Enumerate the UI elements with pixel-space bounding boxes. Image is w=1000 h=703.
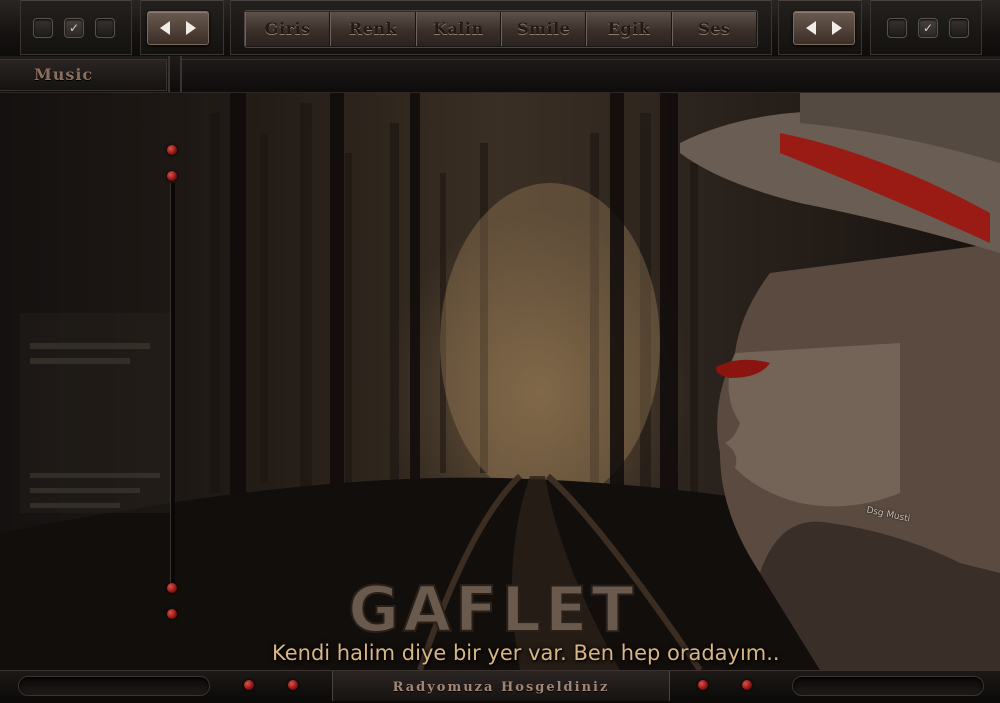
left-check-panel: ✓ [20, 0, 132, 55]
slider-top-knob[interactable] [167, 145, 177, 155]
slider-bottom-knob[interactable] [167, 583, 177, 593]
checkbox-right-2[interactable]: ✓ [918, 18, 938, 38]
volume-slider-track[interactable] [170, 183, 175, 583]
prev-arrow-icon[interactable] [804, 20, 818, 36]
checkbox-right-3[interactable] [949, 18, 969, 38]
left-progress-slot [18, 676, 210, 696]
welcome-text: Radyomuza Hosgeldiniz [392, 680, 610, 695]
right-red-button-1[interactable] [698, 680, 708, 690]
banner-tagline: Kendi halim diye bir yer var. Ben hep or… [272, 641, 780, 665]
bottom-bar: Radyomuza Hosgeldiniz [0, 670, 1000, 701]
right-progress-slot [792, 676, 984, 696]
prev-arrow-icon[interactable] [158, 20, 172, 36]
checkbox-left-3[interactable] [95, 18, 115, 38]
menu-ses[interactable]: Ses [671, 12, 757, 46]
next-arrow-icon[interactable] [184, 20, 198, 36]
gaflet-logo: GAFLET [347, 579, 637, 639]
status-strip [182, 59, 1000, 90]
welcome-banner: Radyomuza Hosgeldiniz [332, 671, 670, 701]
menu-giris[interactable]: Giris [245, 12, 331, 46]
left-arrows-group [147, 11, 209, 45]
logo-text: GAFLET [348, 579, 637, 639]
checkbox-left-1[interactable] [33, 18, 53, 38]
checkbox-right-1[interactable] [887, 18, 907, 38]
divider-rail [168, 56, 182, 92]
menu-renk[interactable]: Renk [330, 12, 416, 46]
slider-handle[interactable] [167, 171, 177, 181]
next-arrow-icon[interactable] [830, 20, 844, 36]
main-menu: Giris Renk Kalin Smile Egik Ses [244, 10, 758, 48]
music-tab[interactable]: Music [0, 59, 167, 91]
menu-kalin[interactable]: Kalin [415, 12, 501, 46]
left-arrow-panel [140, 0, 224, 55]
left-red-button-1[interactable] [244, 680, 254, 690]
top-toolbar: ✓ Giris Renk Kalin Smile Egik Ses ✓ [0, 0, 1000, 57]
right-check-panel: ✓ [870, 0, 982, 55]
sub-toolbar: Music [0, 56, 1000, 93]
menu-egik[interactable]: Egik [586, 12, 672, 46]
right-arrow-panel [778, 0, 862, 55]
slider-end-knob[interactable] [167, 609, 177, 619]
right-arrows-group [793, 11, 855, 45]
music-tab-label: Music [34, 65, 94, 84]
right-red-button-2[interactable] [742, 680, 752, 690]
checkbox-left-2[interactable]: ✓ [64, 18, 84, 38]
banner-scene: GAFLET Kendi halim diye bir yer var. Ben… [0, 93, 1000, 670]
left-red-button-2[interactable] [288, 680, 298, 690]
menu-smile[interactable]: Smile [500, 12, 587, 46]
